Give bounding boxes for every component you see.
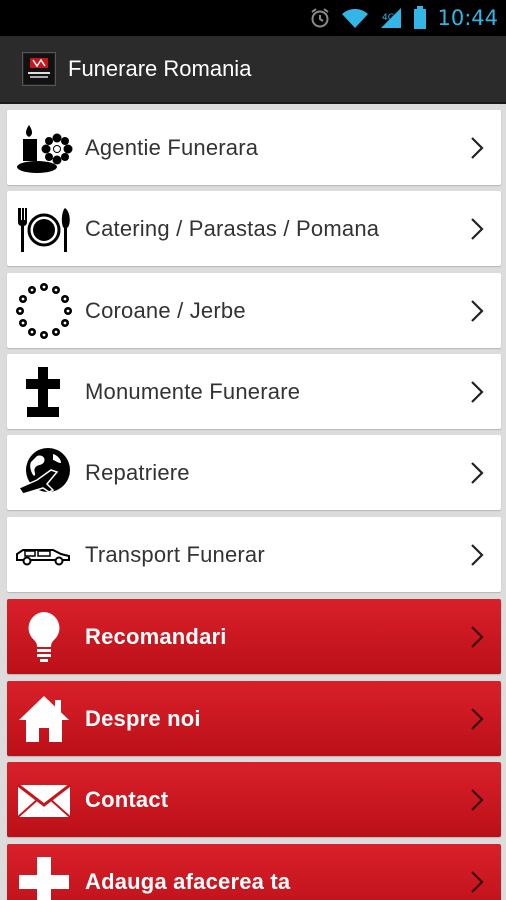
menu-item-adauga-afacerea[interactable]: Adauga afacerea ta (7, 844, 501, 900)
menu-item-recomandari[interactable]: Recomandari (7, 599, 501, 674)
candle-flower-icon (15, 119, 73, 177)
globe-plane-icon (15, 444, 73, 502)
alarm-icon (309, 7, 331, 29)
menu-item-label: Transport Funerar (85, 541, 265, 567)
wreath-icon (15, 282, 73, 340)
menu-item-catering[interactable]: Catering / Parastas / Pomana (7, 191, 501, 266)
menu-item-label: Adauga afacerea ta (85, 868, 291, 894)
chevron-right-icon (465, 623, 489, 651)
lightbulb-icon (15, 608, 73, 666)
status-bar: 4G 10:44 (0, 0, 506, 36)
hearse-car-icon (15, 526, 73, 584)
app-logo[interactable] (22, 52, 56, 86)
menu-item-label: Catering / Parastas / Pomana (85, 215, 380, 241)
menu-item-contact[interactable]: Contact (7, 762, 501, 837)
plate-cutlery-icon (15, 200, 73, 258)
menu-item-label: Despre noi (85, 705, 201, 731)
menu-item-transport-funerar[interactable]: Transport Funerar (7, 517, 501, 592)
action-bar: Funerare Romania (0, 36, 506, 104)
chevron-right-icon (465, 215, 489, 243)
clock: 10:44 (437, 6, 498, 30)
chevron-right-icon (465, 868, 489, 896)
menu-item-repatriere[interactable]: Repatriere (7, 435, 501, 510)
plus-icon (15, 853, 73, 900)
chevron-right-icon (465, 378, 489, 406)
battery-icon (413, 6, 427, 30)
chevron-right-icon (465, 297, 489, 325)
app-title: Funerare Romania (68, 56, 252, 81)
menu-item-label: Repatriere (85, 459, 190, 485)
chevron-right-icon (465, 786, 489, 814)
menu-item-agentie-funerara[interactable]: Agentie Funerara (7, 110, 501, 185)
home-icon (15, 690, 73, 748)
menu-item-label: Contact (85, 786, 169, 812)
menu-item-coroane-jerbe[interactable]: Coroane / Jerbe (7, 273, 501, 348)
chevron-right-icon (465, 459, 489, 487)
wifi-icon (341, 7, 369, 29)
menu-item-label: Agentie Funerara (85, 134, 259, 160)
menu-item-label: Coroane / Jerbe (85, 297, 246, 323)
menu-item-label: Recomandari (85, 623, 227, 649)
envelope-icon (15, 771, 73, 829)
signal-icon: 4G (379, 7, 403, 29)
menu-item-monumente-funerare[interactable]: Monumente Funerare (7, 354, 501, 429)
menu-item-label: Monumente Funerare (85, 378, 301, 404)
chevron-right-icon (465, 705, 489, 733)
tombstone-cross-icon (15, 363, 73, 421)
svg-text:4G: 4G (382, 13, 395, 23)
chevron-right-icon (465, 541, 489, 569)
menu-item-despre-noi[interactable]: Despre noi (7, 681, 501, 756)
chevron-right-icon (465, 134, 489, 162)
